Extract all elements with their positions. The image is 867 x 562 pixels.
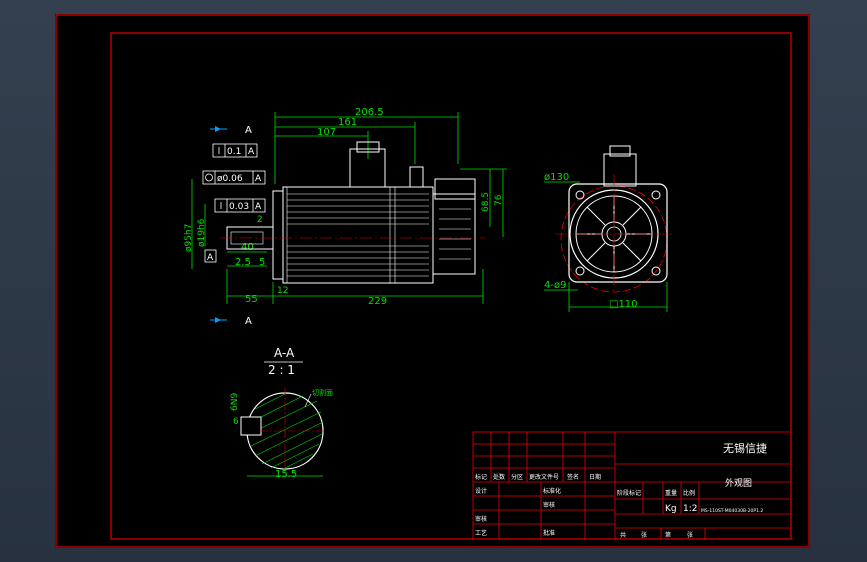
power-connector — [349, 148, 386, 188]
dim-55: 55 — [245, 294, 258, 305]
encoder-connector — [409, 166, 424, 188]
unit-label: Kg — [665, 504, 677, 514]
side-view: 206.5 161 107 68.5 76 55 229 12 40 2.5 5… — [184, 107, 507, 327]
dim-95h7: ø95h7 — [184, 224, 194, 252]
dim-2-5: 2.5 — [235, 257, 251, 268]
svg-text:处数: 处数 — [493, 473, 505, 481]
section-title: A-A — [274, 346, 295, 360]
datum-a-box: A — [207, 253, 214, 263]
dim-12: 12 — [277, 286, 288, 296]
hatch-note: 切割面 — [312, 388, 333, 397]
svg-text:更改文件号: 更改文件号 — [529, 473, 559, 481]
section-scale: 2 : 1 — [268, 363, 295, 377]
svg-text:审核: 审核 — [543, 501, 555, 509]
svg-text:0.1: 0.1 — [227, 147, 241, 157]
company-name: 无锡信捷 — [723, 441, 767, 455]
svg-text:设计: 设计 — [475, 487, 487, 495]
svg-text:第: 第 — [665, 531, 671, 539]
svg-text:0.03: 0.03 — [229, 202, 249, 212]
dim-161: 161 — [338, 117, 357, 128]
drawing-name: 外观图 — [725, 477, 752, 489]
svg-text:标准化: 标准化 — [543, 487, 561, 495]
drawing-canvas[interactable]: 206.5 161 107 68.5 76 55 229 12 40 2.5 5… — [55, 14, 810, 548]
dim-6: 6 — [233, 417, 239, 427]
dim-2: 2 — [257, 215, 263, 225]
section-mark-top: A — [245, 125, 252, 136]
tolerance-perpendicularity: 0.03 A — [214, 198, 266, 213]
svg-text:工艺: 工艺 — [475, 529, 487, 537]
motor-flange — [272, 190, 284, 280]
front-view: □110 ø130 4-ø9 — [544, 145, 675, 312]
svg-text:A: A — [248, 147, 255, 157]
section-view: A-A 2 : 1 15.5 6N9 6 切割面 — [230, 346, 333, 480]
scale-value: 1:2 — [683, 504, 697, 514]
tolerance-flatness: 0.1 A — [212, 143, 258, 158]
svg-text:阶段标记: 阶段标记 — [617, 489, 641, 497]
svg-text:张: 张 — [641, 531, 647, 539]
encoder-housing — [432, 193, 476, 275]
tolerance-runout: ø0.06 A — [202, 170, 266, 185]
dim-15-5: 15.5 — [275, 469, 297, 480]
dim-5: 5 — [259, 257, 265, 268]
dim-19h6: ø19h6 — [197, 218, 207, 247]
svg-text:重量: 重量 — [665, 489, 677, 497]
dim-107: 107 — [317, 127, 336, 138]
title-block: 无锡信捷 外观图 Kg 1:2 MS-110ST-M04030B-20P1.2 … — [472, 431, 792, 540]
model-number: MS-110ST-M04030B-20P1.2 — [701, 508, 763, 514]
dim-229: 229 — [368, 296, 387, 307]
dim-4-9: 4-ø9 — [544, 280, 566, 291]
dim-76: 76 — [494, 194, 504, 206]
svg-text:审核: 审核 — [475, 515, 487, 523]
dim-206: 206.5 — [355, 107, 384, 118]
svg-text:标记: 标记 — [475, 473, 487, 481]
dim-40: 40 — [241, 242, 254, 253]
svg-text:共: 共 — [620, 531, 626, 539]
dim-68: 68.5 — [481, 192, 491, 212]
inner-frame — [110, 32, 792, 540]
dim-6n9: 6N9 — [230, 393, 240, 411]
svg-text:A: A — [255, 202, 262, 212]
svg-text:A: A — [255, 174, 262, 184]
svg-text:签名: 签名 — [567, 473, 579, 481]
dim-130: ø130 — [544, 172, 569, 183]
cad-drawing: 206.5 161 107 68.5 76 55 229 12 40 2.5 5… — [55, 14, 810, 548]
section-mark-bottom: A — [245, 316, 252, 327]
cad-viewport: 206.5 161 107 68.5 76 55 229 12 40 2.5 5… — [0, 0, 867, 562]
svg-text:比例: 比例 — [683, 489, 695, 497]
svg-text:分区: 分区 — [511, 473, 523, 481]
svg-text:张: 张 — [687, 531, 693, 539]
svg-text:批准: 批准 — [543, 529, 555, 537]
dim-110: □110 — [609, 299, 638, 310]
svg-text:日期: 日期 — [589, 473, 601, 481]
motor-body — [282, 186, 434, 284]
front-connector — [603, 153, 637, 187]
svg-text:ø0.06: ø0.06 — [217, 174, 243, 184]
